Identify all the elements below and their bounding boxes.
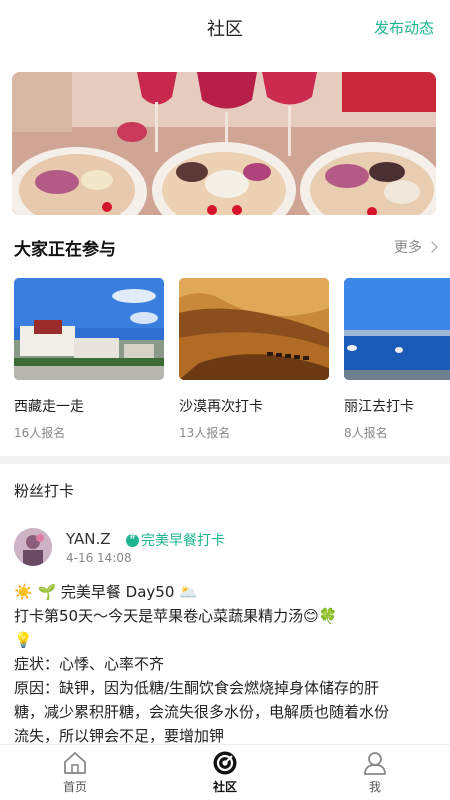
post-line: 流失，所以钾会不足，要增加钾 — [14, 727, 225, 744]
topic-tag[interactable]: 完美早餐打卡 — [126, 530, 225, 550]
post-line: 糖，减少累积肝糖，会流失很多水份，电解质也随着水份 — [14, 703, 390, 721]
activity-signup-count: 13人报名 — [179, 426, 231, 440]
desert-camels-photo — [179, 278, 329, 380]
lake-sky-photo — [344, 278, 450, 380]
publish-post-button[interactable]: 发布动态 — [374, 17, 434, 38]
activity-signup-count: 16人报名 — [14, 426, 66, 440]
post-line: 💡 — [14, 631, 33, 649]
more-link[interactable]: 更多 — [394, 237, 438, 257]
topic-hash-icon — [126, 532, 139, 547]
activity-name: 沙漠再次打卡 — [179, 399, 263, 415]
more-label: 更多 — [394, 240, 422, 256]
post-line: 症状：心悸、心率不齐 — [14, 655, 165, 673]
community-icon — [213, 751, 237, 775]
activity-card-list: 西藏走一走 16人报名 沙漠再次打卡 13人报名 丽江去打卡 8人报名 — [14, 278, 450, 448]
activity-name: 丽江去打卡 — [344, 399, 414, 415]
post-username[interactable]: YAN.Z — [66, 530, 111, 548]
activity-name: 西藏走一走 — [14, 399, 84, 415]
breakfast-food-photo — [12, 72, 436, 215]
profile-icon — [364, 752, 386, 775]
activity-card-lijiang[interactable]: 丽江去打卡 8人报名 — [344, 278, 450, 441]
activity-card-desert[interactable]: 沙漠再次打卡 13人报名 — [179, 278, 329, 441]
home-icon — [64, 752, 86, 774]
fans-checkin-title: 粉丝打卡 — [14, 482, 75, 500]
participating-section-header: 大家正在参与 更多 — [14, 232, 438, 262]
tab-home[interactable]: 首页 — [0, 745, 150, 800]
tab-profile[interactable]: 我 — [300, 745, 450, 800]
tab-community[interactable]: 社区 — [150, 745, 300, 800]
post-line: ☀️ 🌱 完美早餐 Day50 🌥️ — [14, 583, 198, 601]
potala-palace-photo — [14, 278, 164, 380]
activity-signup-count: 8人报名 — [344, 426, 388, 440]
section-divider — [0, 456, 450, 464]
post-header: YAN.Z 4-16 14:08 完美早餐打卡 — [14, 528, 436, 568]
topic-tag-label: 完美早餐打卡 — [141, 533, 225, 549]
chevron-right-icon — [426, 241, 438, 253]
post-line: 打卡第50天～今天是苹果卷心菜蔬果精力汤😊🍀 — [14, 607, 338, 625]
tab-profile-label: 我 — [368, 780, 381, 794]
bottom-tab-bar: 首页 社区 我 — [0, 744, 450, 800]
banner-image[interactable] — [12, 72, 436, 215]
page-title: 社区 — [207, 19, 243, 40]
tab-community-label: 社区 — [212, 780, 237, 794]
tab-home-label: 首页 — [62, 780, 87, 794]
post-line: 原因：缺钾，因为低糖/生酮饮食会燃烧掉身体储存的肝 — [14, 679, 380, 697]
top-bar: 社区 发布动态 — [0, 0, 450, 56]
activity-card-tibet[interactable]: 西藏走一走 16人报名 — [14, 278, 164, 441]
participating-title: 大家正在参与 — [14, 239, 116, 260]
avatar[interactable] — [14, 528, 52, 566]
post-time: 4-16 14:08 — [66, 551, 132, 565]
post-content[interactable]: ☀️ 🌱 完美早餐 Day50 🌥️ 打卡第50天～今天是苹果卷心菜蔬果精力汤😊… — [14, 580, 436, 744]
